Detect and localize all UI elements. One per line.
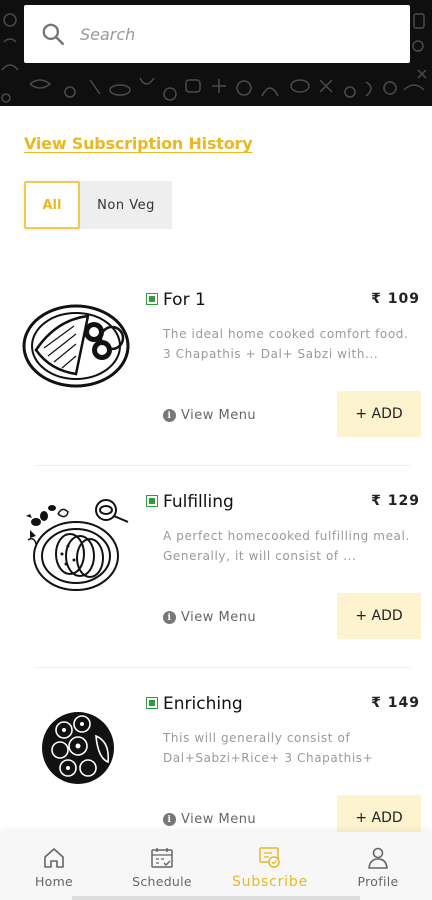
- subscribe-icon: [259, 847, 280, 868]
- add-button[interactable]: + ADD: [337, 391, 421, 437]
- info-icon: i: [163, 813, 176, 826]
- nav-subscribe-label: Subscribe: [232, 874, 308, 890]
- plan-title: Enriching: [163, 694, 243, 714]
- info-icon: i: [163, 611, 176, 624]
- plan-description: The ideal home cooked comfort food. 3 Ch…: [163, 327, 409, 361]
- fulfilling-meal-icon: [26, 499, 129, 591]
- plan-card[interactable]: Fulfilling ₹ 129 A perfect homecooked fu…: [0, 466, 432, 668]
- nav-subscribe[interactable]: Subscribe: [216, 832, 324, 900]
- nav-home-label: Home: [34, 874, 74, 889]
- bottom-navigation: Home Schedule Subscribe Profile: [0, 832, 432, 900]
- plan-price: ₹ 129: [371, 493, 420, 509]
- filter-all-chip[interactable]: All: [24, 181, 80, 229]
- veg-indicator-icon: [146, 293, 158, 305]
- plan-card[interactable]: For 1 ₹ 109 The ideal home cooked comfor…: [0, 264, 432, 466]
- plan-title: For 1: [163, 290, 206, 310]
- view-menu-link[interactable]: i View Menu: [163, 610, 256, 625]
- profile-icon: [368, 847, 388, 869]
- veg-indicator-icon: [146, 697, 158, 709]
- plan-title: Fulfilling: [163, 492, 234, 512]
- veg-indicator-icon: [146, 495, 158, 507]
- view-menu-label: View Menu: [181, 812, 257, 827]
- plan-price: ₹ 109: [371, 291, 420, 307]
- plan-price: ₹ 149: [371, 695, 420, 711]
- nav-profile-label: Profile: [357, 874, 399, 889]
- search-input[interactable]: [80, 24, 380, 44]
- nav-profile[interactable]: Profile: [324, 832, 432, 900]
- nav-home[interactable]: Home: [0, 832, 108, 900]
- view-menu-label: View Menu: [181, 408, 257, 423]
- header: [0, 0, 432, 106]
- diet-filter: All Non Veg: [24, 181, 172, 229]
- add-button[interactable]: + ADD: [337, 593, 421, 639]
- plan-description: This will generally consist of Dal+Sabzi…: [163, 731, 374, 765]
- plan-description: A perfect homecooked fulfilling meal. Ge…: [163, 529, 410, 563]
- home-indicator-bar: [72, 896, 360, 900]
- thali-icon: [42, 712, 114, 784]
- calendar-icon: [151, 848, 173, 868]
- nav-schedule[interactable]: Schedule: [108, 832, 216, 900]
- search-icon: [42, 23, 65, 46]
- view-menu-link[interactable]: i View Menu: [163, 812, 256, 827]
- view-menu-link[interactable]: i View Menu: [163, 408, 256, 423]
- home-icon: [44, 848, 64, 868]
- chapati-plate-icon: [22, 304, 130, 388]
- filter-non-veg-chip[interactable]: Non Veg: [80, 181, 172, 229]
- nav-schedule-label: Schedule: [132, 874, 192, 889]
- info-icon: i: [163, 409, 176, 422]
- search-bar[interactable]: [24, 5, 410, 63]
- view-menu-label: View Menu: [181, 610, 257, 625]
- view-subscription-history-link[interactable]: View Subscription History: [24, 134, 253, 153]
